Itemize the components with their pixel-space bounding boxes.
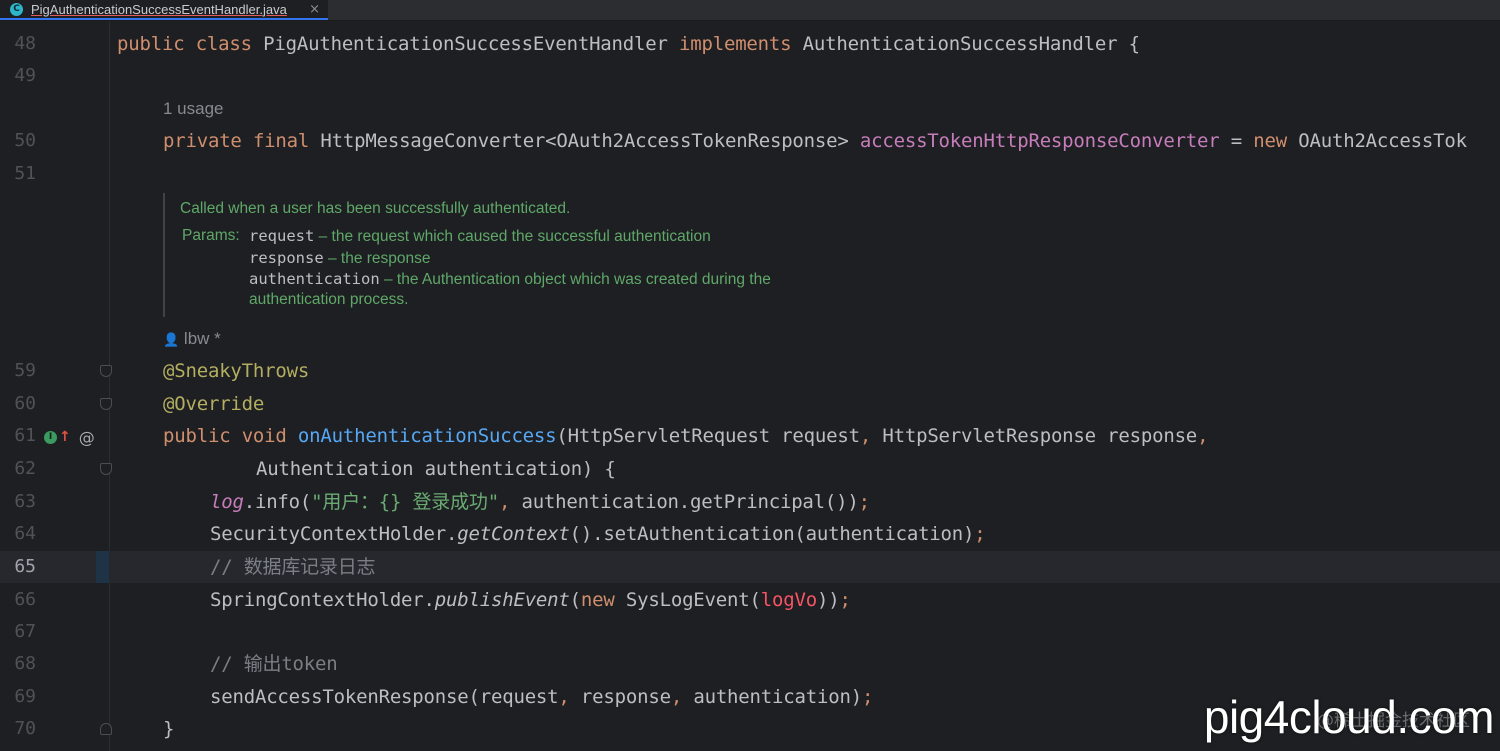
doc-param-authentication: authentication – the Authentication obje… [249, 270, 771, 288]
user-icon: 👤 [163, 332, 180, 347]
code-text: log.info("用户：{} 登录成功", authentication.ge… [210, 491, 870, 513]
code-comment: // 输出token [210, 653, 338, 675]
line-number: 66 [14, 589, 36, 610]
code-text: sendAccessTokenResponse(request, respons… [210, 686, 874, 708]
code-text: private final HttpMessageConverter<OAuth… [163, 130, 1467, 152]
code-line[interactable]: 61 public void onAuthenticationSuccess(H… [0, 420, 1500, 452]
code-text: SecurityContextHolder.getContext().setAu… [210, 523, 986, 545]
code-line[interactable]: 64 SecurityContextHolder.getContext().se… [0, 518, 1500, 550]
line-number: 67 [14, 621, 36, 642]
code-line[interactable]: 68 // 输出token [0, 648, 1500, 680]
close-icon[interactable]: × [309, 2, 320, 17]
line-number: 49 [14, 65, 36, 86]
code-text: public void onAuthenticationSuccess(Http… [163, 425, 1209, 447]
rendered-javadoc: Called when a user has been successfully… [163, 193, 865, 317]
line-number: 68 [14, 653, 36, 674]
code-text: public class PigAuthenticationSuccessEve… [117, 33, 1140, 55]
tab-file-name: PigAuthenticationSuccessEventHandler.jav… [31, 1, 287, 17]
code-line[interactable]: 62 Authentication authentication) { [0, 453, 1500, 485]
line-number: 59 [14, 360, 36, 381]
usage-hint[interactable]: 1 usage [163, 93, 224, 125]
gutter-icons: I ↑ @ [44, 428, 95, 447]
doc-params-label: Params: [182, 227, 240, 244]
line-number: 60 [14, 393, 36, 414]
code-line-current[interactable]: 65 // 数据库记录日志 [0, 551, 1500, 583]
code-text: Authentication authentication) { [256, 458, 616, 480]
code-line[interactable]: 63 log.info("用户：{} 登录成功", authentication… [0, 486, 1500, 518]
watermark: pig4cloud.com [1203, 691, 1495, 743]
code-line[interactable]: 48 public class PigAuthenticationSuccess… [0, 28, 1500, 60]
code-line[interactable]: 66 SpringContextHolder.publishEvent(new … [0, 584, 1500, 616]
code-text: @Override [163, 393, 265, 415]
code-text: SpringContextHolder.publishEvent(new Sys… [210, 589, 851, 611]
line-number: 51 [14, 163, 36, 184]
line-number: 69 [14, 686, 36, 707]
code-line[interactable]: 59 @SneakyThrows [0, 355, 1500, 387]
line-number: 62 [14, 458, 36, 479]
fold-marker-icon[interactable] [100, 398, 112, 410]
code-line[interactable]: 60 @Override [0, 388, 1500, 420]
code-line[interactable]: 50 private final HttpMessageConverter<OA… [0, 125, 1500, 157]
fold-marker-icon[interactable] [100, 463, 112, 475]
line-number: 50 [14, 130, 36, 151]
author-hint[interactable]: 👤 lbw * [163, 323, 221, 356]
line-number: 65 [14, 556, 36, 577]
line-number: 61 [14, 425, 36, 446]
line-number: 63 [14, 491, 36, 512]
code-line[interactable]: 67 [0, 616, 1500, 648]
java-class-icon: C [10, 2, 23, 16]
doc-param-authentication-cont: authentication process. [249, 291, 409, 308]
doc-param-response: response – the response [249, 249, 431, 267]
fold-marker-icon[interactable] [100, 365, 112, 377]
fold-marker-icon[interactable] [100, 723, 112, 735]
code-comment: // 数据库记录日志 [210, 556, 376, 578]
code-text: } [163, 718, 175, 740]
line-number: 64 [14, 523, 36, 544]
doc-param-request: request – the request which caused the s… [249, 227, 711, 245]
code-line[interactable]: 49 [0, 60, 1500, 92]
line-number: 70 [14, 718, 36, 739]
arrow-up-icon[interactable]: ↑ [59, 429, 71, 445]
line-number: 48 [14, 33, 36, 54]
at-sign-icon[interactable]: @ [79, 428, 95, 447]
tab-file[interactable]: C PigAuthenticationSuccessEventHandler.j… [0, 0, 328, 20]
doc-summary: Called when a user has been successfully… [180, 200, 571, 217]
editor-tab-bar: C PigAuthenticationSuccessEventHandler.j… [0, 0, 1500, 21]
code-text: @SneakyThrows [163, 360, 310, 382]
implementation-icon[interactable]: I [44, 430, 57, 444]
code-line[interactable]: 51 [0, 158, 1500, 190]
